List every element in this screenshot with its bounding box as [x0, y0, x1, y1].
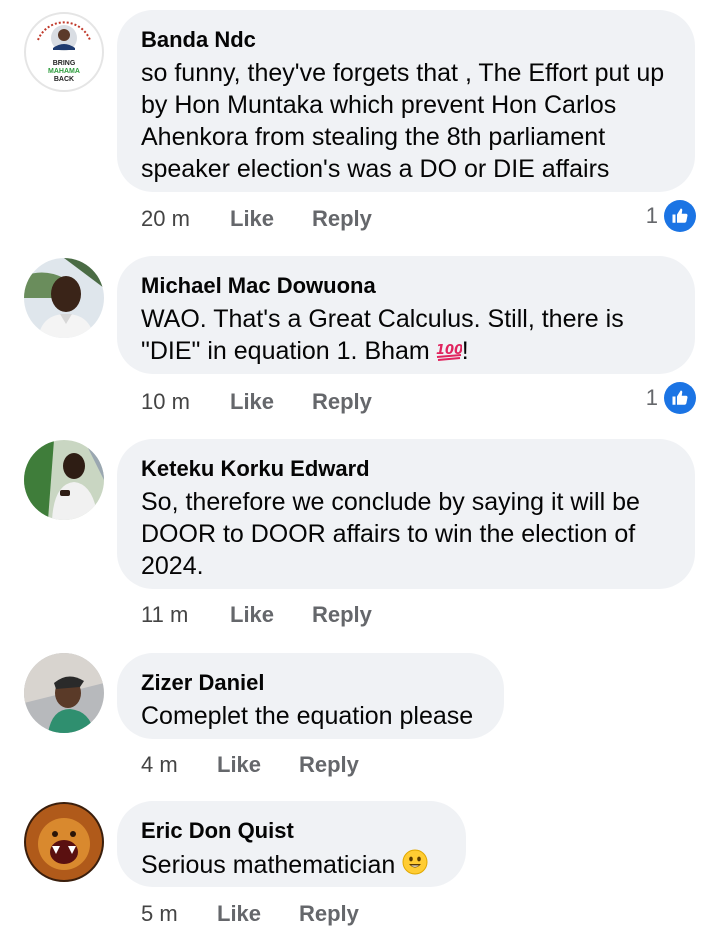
- avatar-text-bring: BRING: [52, 60, 76, 67]
- comment-actions: 10 m Like Reply: [141, 389, 372, 415]
- reply-button[interactable]: Reply: [312, 206, 372, 232]
- comment-time[interactable]: 5 m: [141, 901, 217, 927]
- user-photo-avatar: [24, 653, 104, 733]
- reply-button[interactable]: Reply: [312, 602, 372, 628]
- avatar[interactable]: [24, 802, 104, 882]
- comment-author[interactable]: Banda Ndc: [141, 26, 671, 54]
- like-button[interactable]: Like: [217, 752, 299, 778]
- avatar[interactable]: [24, 440, 104, 520]
- reply-button[interactable]: Reply: [312, 389, 372, 415]
- comment-text-body: Serious mathematician: [141, 851, 396, 879]
- comment-author[interactable]: Eric Don Quist: [141, 817, 442, 845]
- comment-text-body: WAO. That's a Great Calculus. Still, the…: [141, 305, 624, 365]
- comment-actions: 11 m Like Reply: [141, 602, 372, 628]
- user-photo-avatar: [24, 258, 104, 338]
- comment-bubble: Keteku Korku Edward So, therefore we con…: [117, 439, 695, 589]
- reply-button[interactable]: Reply: [299, 901, 359, 927]
- comment-bubble: Zizer Daniel Comeplet the equation pleas…: [117, 653, 504, 739]
- reply-button[interactable]: Reply: [299, 752, 359, 778]
- comment-time[interactable]: 11 m: [141, 602, 230, 628]
- comment-time[interactable]: 4 m: [141, 752, 217, 778]
- comment-time[interactable]: 10 m: [141, 389, 230, 415]
- comments-feed: BRING MAHAMA BACK Banda Ndc so funny, th…: [0, 0, 720, 930]
- comment-bubble: Banda Ndc so funny, they've forgets that…: [117, 10, 695, 192]
- comment-text: Serious mathematician: [141, 848, 442, 884]
- comment-text: So, therefore we conclude by saying it w…: [141, 488, 640, 580]
- comment-author[interactable]: Keteku Korku Edward: [141, 455, 671, 483]
- comment-bubble: Eric Don Quist Serious mathematician: [117, 801, 466, 887]
- like-button[interactable]: Like: [230, 602, 312, 628]
- like-button[interactable]: Like: [217, 901, 299, 927]
- reaction-count[interactable]: 1: [646, 382, 696, 414]
- like-button[interactable]: Like: [230, 206, 312, 232]
- comment-time[interactable]: 20 m: [141, 206, 230, 232]
- avatar[interactable]: [24, 258, 104, 338]
- comment-text: Comeplet the equation please: [141, 702, 474, 730]
- comment-text: so funny, they've forgets that , The Eff…: [141, 59, 665, 183]
- user-photo-avatar: [24, 440, 104, 520]
- like-button[interactable]: Like: [230, 389, 312, 415]
- thumbs-up-icon: [664, 382, 696, 414]
- avatar[interactable]: [24, 653, 104, 733]
- comment-author[interactable]: Michael Mac Dowuona: [141, 272, 671, 300]
- lion-avatar: [24, 802, 104, 882]
- comment-bubble: Michael Mac Dowuona WAO. That's a Great …: [117, 256, 695, 374]
- comment-actions: 20 m Like Reply: [141, 206, 372, 232]
- comment-text: WAO. That's a Great Calculus. Still, the…: [141, 303, 671, 370]
- comment-actions: 4 m Like Reply: [141, 752, 359, 778]
- comment-actions: 5 m Like Reply: [141, 901, 359, 927]
- thumbs-up-icon: [664, 200, 696, 232]
- comment-text-suffix: !: [461, 337, 469, 365]
- avatar-text-back: BACK: [53, 76, 75, 83]
- smile-emoji-icon: [401, 848, 429, 884]
- reaction-count-number: 1: [645, 385, 658, 410]
- reaction-count[interactable]: 1: [646, 200, 696, 232]
- avatar-text-mahama: MAHAMA: [48, 68, 80, 75]
- reaction-count-number: 1: [645, 203, 658, 228]
- avatar[interactable]: BRING MAHAMA BACK: [24, 12, 104, 92]
- comment-author[interactable]: Zizer Daniel: [141, 669, 480, 697]
- 100-icon: 100: [436, 338, 463, 370]
